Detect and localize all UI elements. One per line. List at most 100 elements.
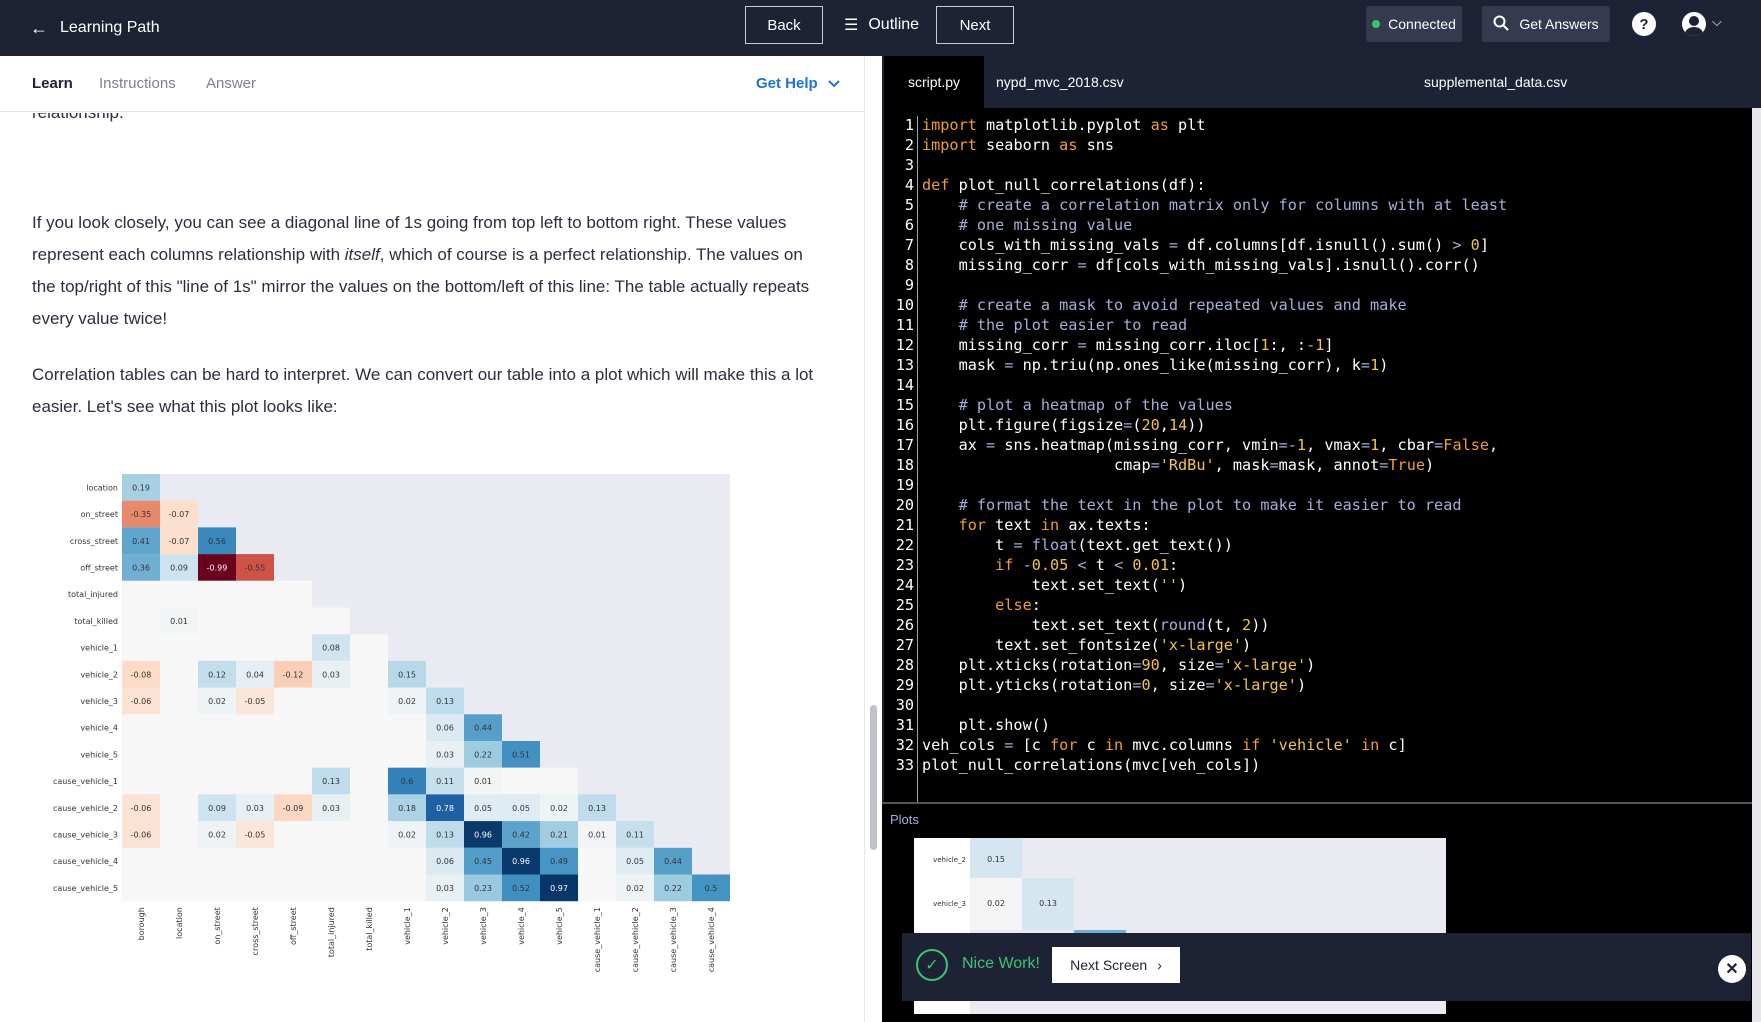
tab-learn[interactable]: Learn bbox=[32, 75, 73, 92]
code-line: plt.xticks(rotation=90, size='x-large') bbox=[922, 656, 1316, 674]
next-button[interactable]: Next bbox=[936, 6, 1014, 44]
heatmap-cell-label: 0.52 bbox=[512, 884, 530, 893]
heatmap-cell-label: 0.02 bbox=[398, 697, 416, 706]
heatmap-cell bbox=[160, 821, 198, 848]
x-tick-label: borough bbox=[137, 907, 146, 940]
heatmap-cell-label: 0.13 bbox=[436, 697, 454, 706]
tab-supplemental-csv[interactable]: supplemental_data.csv bbox=[1424, 56, 1567, 108]
heatmap-cell-label: 0.44 bbox=[664, 857, 682, 866]
code-line: plot_null_correlations(mvc[veh_cols]) bbox=[922, 756, 1261, 774]
code-line: for text in ax.texts: bbox=[958, 516, 1151, 534]
help-icon[interactable]: ? bbox=[1632, 12, 1656, 36]
outline-button[interactable]: ☰ Outline bbox=[844, 0, 919, 50]
chevron-down-icon[interactable]: ⌵ bbox=[1712, 14, 1722, 30]
heatmap-cell bbox=[312, 607, 350, 635]
close-icon[interactable]: ✕ bbox=[1718, 955, 1746, 983]
heatmap-cell bbox=[122, 580, 160, 608]
line-number: 11 bbox=[895, 316, 914, 334]
tab-nypd-csv[interactable]: nypd_mvc_2018.csv bbox=[996, 56, 1124, 108]
line-number: 24 bbox=[895, 576, 914, 594]
line-number: 32 bbox=[895, 736, 914, 754]
heatmap-cell bbox=[274, 821, 312, 848]
heatmap-cell-label: 0.06 bbox=[436, 724, 454, 733]
code-editor[interactable]: 1 2 3 4 5 6 7 8 9 10 11 12 13 14 15 16 17 18 19 20 21 22 23 24 2… bbox=[884, 108, 1752, 802]
heatmap-cell bbox=[274, 634, 312, 661]
heatmap-cell-label: 0.22 bbox=[474, 750, 492, 759]
tab-instructions[interactable]: Instructions bbox=[99, 75, 176, 92]
line-number: 5 bbox=[904, 196, 914, 214]
heatmap-cell-label: -0.35 bbox=[131, 510, 152, 519]
line-number: 18 bbox=[895, 456, 914, 474]
code-line: # create a mask to avoid repeated values… bbox=[958, 296, 1407, 314]
heatmap-cell-label: 0.06 bbox=[436, 857, 454, 866]
heatmap-cell bbox=[160, 767, 198, 795]
heatmap-cell-label: -0.06 bbox=[131, 804, 152, 813]
file-tabs: script.py nypd_mvc_2018.csv supplemental… bbox=[882, 56, 1761, 108]
correlation-heatmap: 0.19 location -0.35 -0.07 on_street 0.41 -0.07… bbox=[40, 466, 810, 1022]
para1-emphasis: itself bbox=[344, 245, 380, 264]
heatmap-cell bbox=[198, 634, 236, 661]
line-gutter: 1 2 3 4 5 6 7 8 9 10 11 12 13 14 15 16 17 18 19 20 21 22 23 24 2… bbox=[884, 116, 918, 802]
svg-text:vehicle_2: vehicle_2 bbox=[933, 856, 966, 864]
heatmap-cell bbox=[312, 821, 350, 848]
connected-label: Connected bbox=[1388, 16, 1456, 32]
x-tick-label: vehicle_1 bbox=[403, 907, 412, 945]
line-number: 20 bbox=[895, 496, 914, 514]
lesson-scrollbar[interactable] bbox=[864, 56, 882, 1022]
heatmap-cell bbox=[198, 874, 236, 902]
code-line: # format the text in the plot to make it… bbox=[958, 496, 1462, 514]
next-screen-button[interactable]: Next Screen › bbox=[1052, 947, 1180, 983]
line-number: 9 bbox=[904, 276, 914, 294]
code-scrollbar[interactable] bbox=[1752, 108, 1761, 1022]
user-avatar-icon[interactable] bbox=[1682, 12, 1706, 36]
heatmap-cell-label: 0.41 bbox=[132, 537, 150, 546]
heatmap-cell bbox=[122, 741, 160, 768]
heatmap-cell-label: 0.12 bbox=[208, 670, 226, 679]
y-tick-label: cause_vehicle_5 bbox=[53, 884, 118, 893]
line-number: 16 bbox=[895, 416, 914, 434]
x-tick-label: vehicle_3 bbox=[479, 907, 488, 945]
back-button[interactable]: Back bbox=[745, 6, 823, 44]
connection-status: Connected bbox=[1366, 6, 1462, 42]
learning-path-link[interactable]: ← Learning Path bbox=[30, 0, 160, 56]
next-screen-label: Next Screen bbox=[1070, 957, 1148, 973]
y-tick-label: location bbox=[86, 483, 118, 492]
line-number: 29 bbox=[895, 676, 914, 694]
heatmap-cell-label: 0.01 bbox=[588, 830, 606, 839]
get-answers-button[interactable]: Get Answers bbox=[1482, 6, 1610, 42]
x-tick-label: vehicle_4 bbox=[517, 907, 526, 945]
heatmap-cell bbox=[122, 847, 160, 875]
line-number: 1 bbox=[904, 116, 914, 134]
y-tick-label: cause_vehicle_1 bbox=[53, 777, 118, 786]
heatmap-cell bbox=[122, 634, 160, 661]
heatmap-cell-label: 0.05 bbox=[626, 857, 644, 866]
heatmap-cell bbox=[198, 767, 236, 795]
lesson-scroll-thumb[interactable] bbox=[870, 705, 877, 850]
heatmap-cell-label: 0.11 bbox=[436, 777, 454, 786]
heatmap-cell bbox=[274, 714, 312, 741]
heatmap-cell-label: 0.15 bbox=[398, 670, 416, 679]
x-tick-label: cause_vehicle_4 bbox=[707, 907, 716, 972]
heatmap-cell bbox=[578, 847, 616, 875]
code-line: else: bbox=[995, 596, 1041, 614]
line-number: 4 bbox=[904, 176, 914, 194]
x-tick-label: total_injured bbox=[327, 907, 336, 957]
heatmap-cell bbox=[350, 821, 388, 848]
heatmap-cell bbox=[160, 847, 198, 875]
tab-script-py[interactable]: script.py bbox=[884, 56, 984, 108]
svg-text:0.15: 0.15 bbox=[987, 855, 1005, 864]
tab-answer[interactable]: Answer bbox=[206, 75, 256, 92]
heatmap-cell bbox=[236, 767, 274, 795]
heatmap-cell bbox=[198, 580, 236, 608]
line-number: 26 bbox=[895, 616, 914, 634]
line-number: 27 bbox=[895, 636, 914, 654]
heatmap-cell-label: 0.13 bbox=[588, 804, 606, 813]
heatmap-cell bbox=[388, 714, 426, 741]
code-line: text.set_text('') bbox=[922, 576, 1188, 594]
y-tick-label: on_street bbox=[81, 510, 118, 519]
code-line: t = float(text.get_text()) bbox=[922, 536, 1233, 554]
get-help-button[interactable]: Get Help bbox=[756, 75, 840, 92]
heatmap-cell-label: -0.08 bbox=[131, 670, 152, 679]
lesson-panel: Learn Instructions Answer Get Help relat… bbox=[0, 56, 864, 1022]
y-tick-label: cause_vehicle_3 bbox=[53, 830, 118, 839]
